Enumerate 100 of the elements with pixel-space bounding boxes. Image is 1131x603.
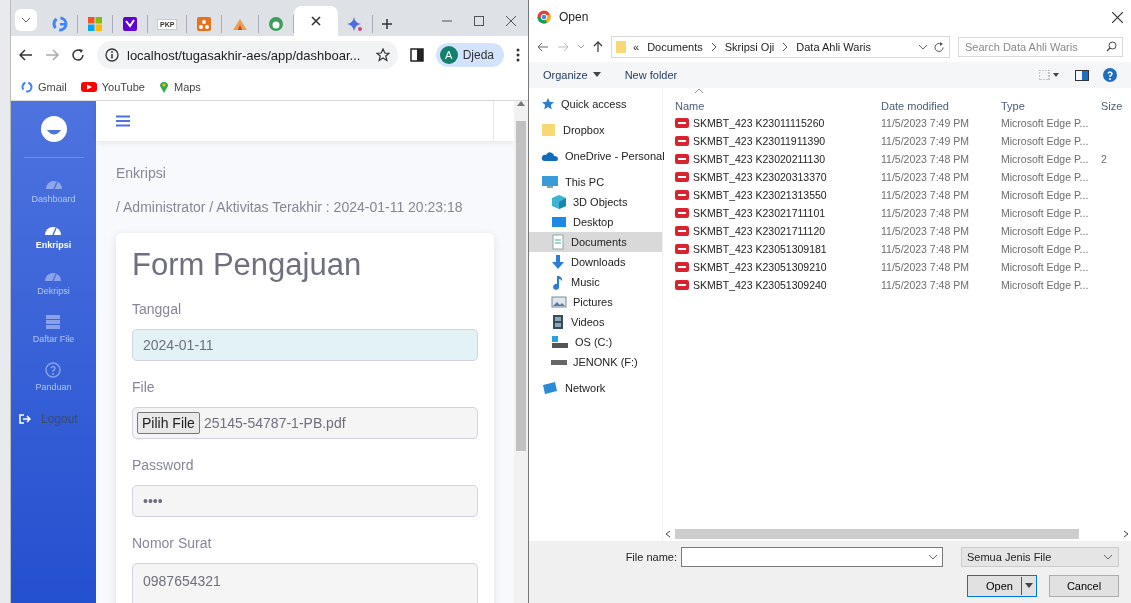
choose-file-button[interactable]: Pilih File	[137, 412, 200, 434]
profile-chip[interactable]: A Djeda	[435, 43, 504, 67]
nav-item[interactable]: Dropbox	[529, 120, 662, 140]
file-field[interactable]: Pilih File 25145-54787-1-PB.pdf	[132, 407, 478, 439]
document-icon	[551, 234, 565, 250]
bookmark-star-icon[interactable]	[375, 48, 390, 62]
address-bar[interactable]: localhost/tugasakhir-aes/app/dashboar...	[97, 41, 398, 69]
more-menu-icon[interactable]	[516, 48, 520, 62]
avatar: A	[439, 46, 458, 64]
scroll-left-icon[interactable]	[665, 530, 671, 538]
caret-down-icon[interactable]	[1025, 583, 1033, 589]
nav-item[interactable]: 3D Objects	[529, 192, 662, 212]
chevron-down-icon[interactable]	[1103, 554, 1113, 560]
refresh-icon[interactable]	[934, 41, 945, 53]
reload-icon[interactable]	[71, 48, 85, 62]
nav-item[interactable]: Videos	[529, 312, 662, 332]
info-icon[interactable]	[105, 48, 119, 62]
path-segment[interactable]: Data Ahli Waris	[795, 41, 873, 53]
side-panel-icon[interactable]	[409, 48, 424, 62]
path-segment[interactable]: Documents	[646, 41, 704, 53]
file-row[interactable]: SKMBT_423 K23020211130 11/5/2023 7:48 PM Microsoft Edge P... 2	[663, 150, 1131, 168]
nav-item[interactable]: Network	[529, 378, 662, 398]
star-icon	[541, 97, 555, 111]
column-header[interactable]: Name	[675, 100, 705, 112]
scroll-up-icon[interactable]	[517, 101, 525, 107]
menu-icon[interactable]	[116, 115, 130, 127]
text-area[interactable]: 0987654321	[132, 563, 478, 603]
scroll-right-icon[interactable]	[1123, 530, 1129, 538]
pdf-icon	[675, 153, 689, 165]
nav-item[interactable]: This PC	[529, 172, 662, 192]
back-icon[interactable]	[537, 42, 549, 52]
new-folder-button[interactable]: New folder	[624, 69, 678, 81]
path-overflow[interactable]: «	[632, 41, 641, 53]
column-header[interactable]: Date modified	[881, 100, 949, 112]
google-icon[interactable]	[52, 16, 68, 32]
help-icon[interactable]	[1103, 68, 1117, 82]
nav-item[interactable]: Documents	[529, 232, 662, 252]
date-field[interactable]: 2024-01-11	[132, 329, 478, 361]
nav-item[interactable]: Desktop	[529, 212, 662, 232]
organize-menu[interactable]: Organize	[543, 69, 601, 81]
close-icon[interactable]	[1112, 11, 1123, 23]
close-icon[interactable]	[311, 16, 322, 26]
up-icon[interactable]	[593, 41, 603, 53]
file-name: 25145-54787-1-PB.pdf	[203, 415, 346, 431]
recent-caret-icon[interactable]	[577, 44, 585, 50]
film-icon	[551, 314, 565, 330]
help-circle-icon	[45, 362, 62, 378]
file-row[interactable]: SKMBT_423 K23051309210 11/5/2023 7:48 PM Microsoft Edge P...	[663, 258, 1131, 276]
nodes-logo-icon[interactable]	[196, 16, 213, 32]
music-icon	[551, 274, 565, 290]
address-bar[interactable]: « Documents Skripsi Oji Data Ahli Waris	[611, 36, 950, 58]
bookmark-link[interactable]: YouTube	[101, 81, 145, 93]
path-segment[interactable]: Skripsi Oji	[723, 41, 776, 53]
new-tab-icon[interactable]	[381, 18, 394, 30]
nav-item[interactable]: Music	[529, 272, 662, 292]
nav-item[interactable]: JENONK (F:)	[529, 352, 662, 372]
maximize-icon[interactable]	[474, 16, 484, 26]
y-logo-icon[interactable]	[122, 16, 138, 32]
file-row[interactable]: SKMBT_423 K23011911390 11/5/2023 7:49 PM Microsoft Edge P...	[663, 132, 1131, 150]
ring-logo-icon[interactable]	[268, 16, 285, 32]
file-row[interactable]: SKMBT_423 K23021313550 11/5/2023 7:48 PM Microsoft Edge P...	[663, 186, 1131, 204]
search-field[interactable]: Search Data Ahli Waris	[958, 37, 1123, 57]
view-options-icon[interactable]	[1039, 70, 1061, 80]
pdf-icon	[675, 243, 689, 255]
bookmark-link[interactable]: Maps	[173, 81, 201, 93]
nav-item[interactable]: Pictures	[529, 292, 662, 312]
file-row[interactable]: SKMBT_423 K23051309181 11/5/2023 7:48 PM Microsoft Edge P...	[663, 240, 1131, 258]
file-name-field[interactable]	[681, 547, 943, 567]
pdf-icon	[675, 279, 689, 291]
close-icon[interactable]	[506, 16, 516, 26]
password-field[interactable]: ••••	[132, 485, 478, 517]
back-icon[interactable]	[19, 49, 33, 61]
pdf-icon	[675, 261, 689, 273]
chevron-down-icon[interactable]	[928, 554, 938, 560]
file-row[interactable]: SKMBT_423 K23011115260 11/5/2023 7:49 PM Microsoft Edge P...	[663, 114, 1131, 132]
file-row[interactable]: SKMBT_423 K23021711101 11/5/2023 7:48 PM Microsoft Edge P...	[663, 204, 1131, 222]
play-icon	[80, 81, 97, 93]
file-type-dropdown[interactable]: Semua Jenis File	[961, 547, 1119, 567]
file-row[interactable]: SKMBT_423 K23020313370 11/5/2023 7:48 PM Microsoft Edge P...	[663, 168, 1131, 186]
column-header[interactable]: Size	[1101, 100, 1123, 112]
windows-icon[interactable]	[87, 16, 103, 32]
sidebar-item[interactable]: Enkripsi	[35, 222, 72, 250]
chevron-down-icon[interactable]	[21, 17, 31, 23]
sparkle-icon[interactable]	[347, 16, 364, 32]
chevron-down-icon[interactable]	[918, 44, 928, 50]
nav-item[interactable]: OS (C:)	[529, 332, 662, 352]
nav-item[interactable]: OneDrive - Personal	[529, 146, 662, 166]
preview-pane-icon[interactable]	[1075, 69, 1089, 81]
open-button[interactable]: Open	[967, 575, 1037, 597]
scrollbar-thumb[interactable]	[516, 121, 526, 451]
nav-item[interactable]: Downloads	[529, 252, 662, 272]
google-icon	[21, 81, 33, 93]
scrollbar-thumb[interactable]	[675, 529, 1079, 539]
column-header[interactable]: Type	[1001, 100, 1025, 112]
field-label: Nomor Surat	[132, 535, 213, 551]
cancel-button[interactable]: Cancel	[1049, 575, 1119, 597]
file-row[interactable]: SKMBT_423 K23021711120 11/5/2023 7:48 PM Microsoft Edge P...	[663, 222, 1131, 240]
nav-item[interactable]: Quick access	[529, 94, 662, 114]
bookmark-link[interactable]: Gmail	[38, 81, 67, 93]
file-row[interactable]: SKMBT_423 K23051309240 11/5/2023 7:48 PM Microsoft Edge P...	[663, 276, 1131, 294]
